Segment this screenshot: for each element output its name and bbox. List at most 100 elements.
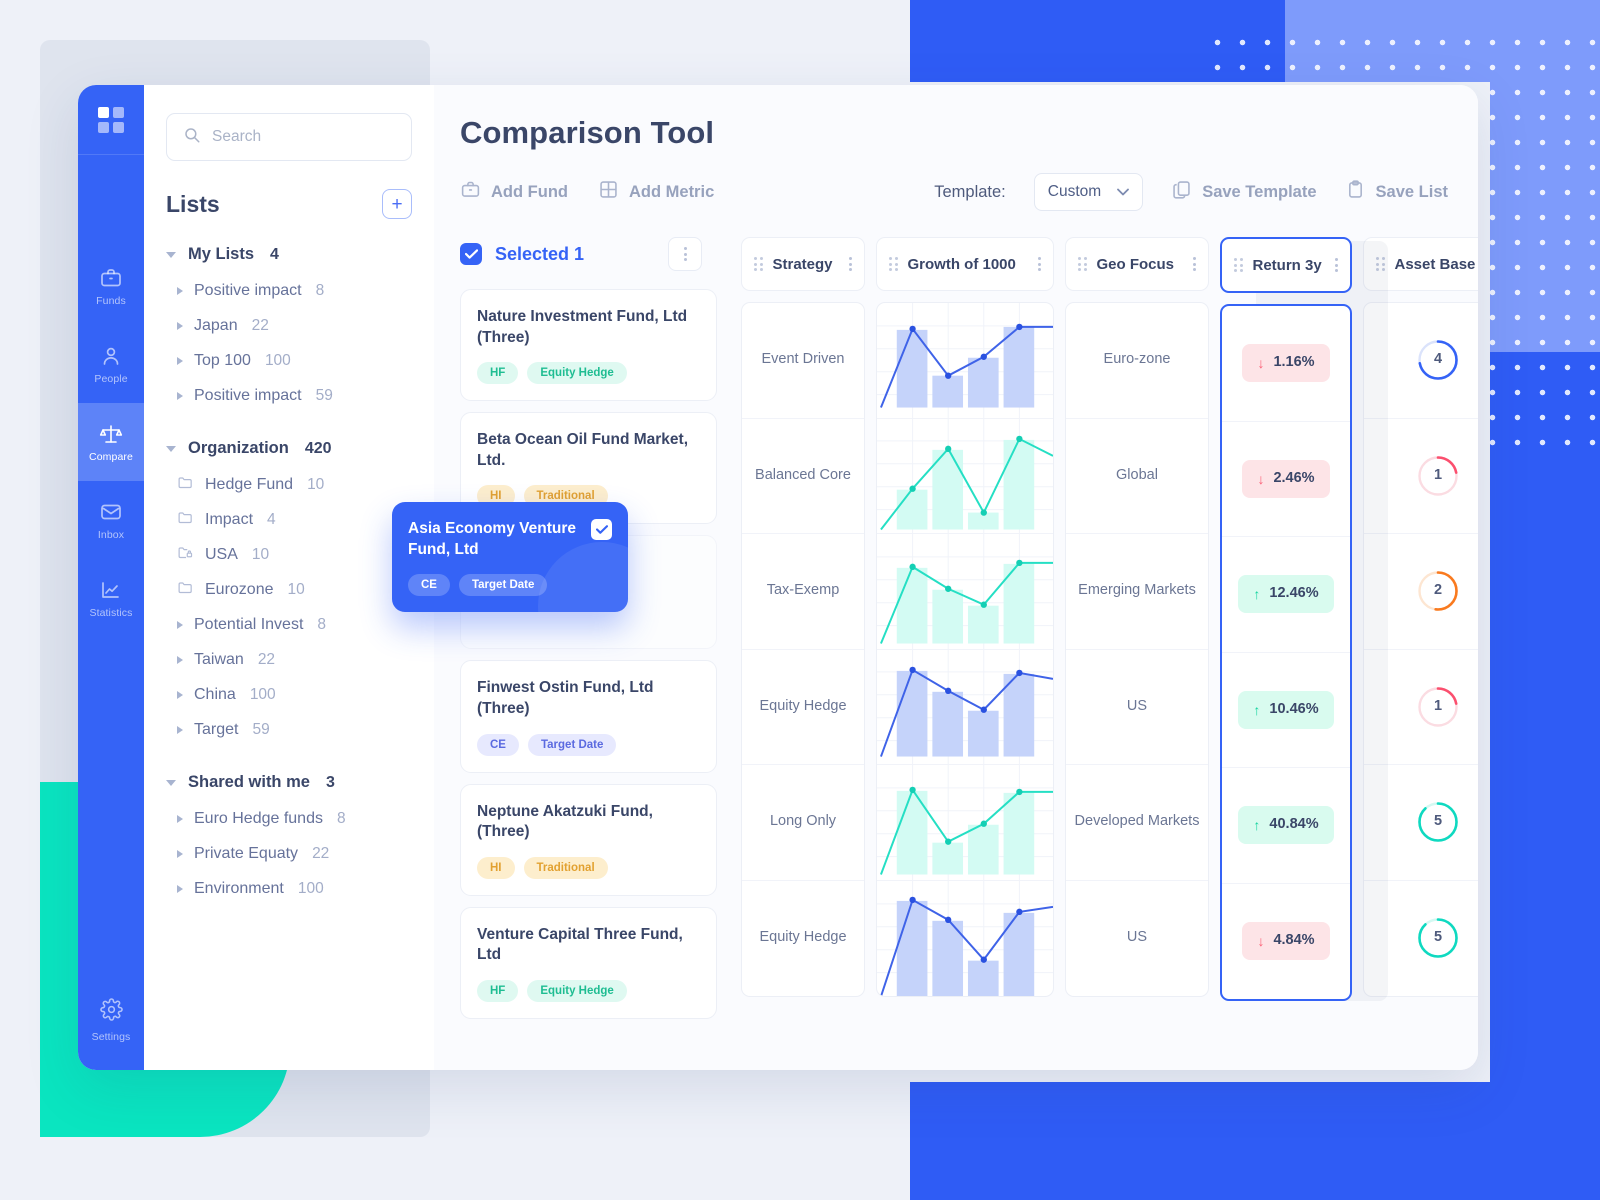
list-item-label: Potential Invest	[194, 615, 304, 633]
column-header[interactable]: Geo Focus	[1065, 237, 1209, 291]
selected-bar: Selected 1	[460, 237, 717, 271]
search-box[interactable]	[166, 113, 412, 161]
list-item[interactable]: Euro Hedge funds 8	[166, 801, 412, 836]
list-item[interactable]: China 100	[166, 677, 412, 712]
asset-base-ring: 4	[1417, 339, 1459, 381]
asset-base-value: 1	[1433, 466, 1443, 483]
folder-icon	[177, 474, 194, 496]
table-cell: US	[1126, 929, 1148, 946]
fund-card[interactable]: Finwest Ostin Fund, Ltd (Three) CE Targe…	[460, 660, 717, 773]
column-header[interactable]: Growth of 1000	[876, 237, 1054, 291]
list-group-name: Shared with me	[188, 773, 310, 791]
kebab-menu-icon[interactable]	[849, 257, 852, 271]
list-group-header[interactable]: Shared with me 3	[166, 773, 412, 792]
table-cell: ↑ 12.46%	[1222, 537, 1350, 653]
clipboard-icon	[1345, 179, 1366, 205]
list-item[interactable]: Potential Invest 8	[166, 607, 412, 642]
search-input[interactable]	[212, 128, 395, 146]
table-cell-chart	[877, 418, 1053, 534]
drag-grip-icon[interactable]	[889, 257, 898, 271]
add-list-button[interactable]: +	[382, 189, 412, 219]
list-item[interactable]: Positive impact 59	[166, 378, 412, 413]
column-body: Euro-zone Global Emerging Markets US Dev…	[1065, 302, 1209, 997]
table-cell-chart	[877, 880, 1053, 996]
list-group-name: My Lists	[188, 245, 255, 263]
funds-column: Selected 1 Nature Investment Fund, Ltd (…	[392, 237, 717, 1070]
sparkline-chart	[877, 533, 1053, 649]
fund-card[interactable]: Nature Investment Fund, Ltd (Three) HF E…	[460, 289, 717, 402]
list-group-count: 4	[270, 245, 279, 263]
save-template-button[interactable]: Save Template	[1171, 179, 1317, 205]
fund-card-name: Finwest Ostin Fund, Ltd (Three)	[477, 679, 654, 718]
column-header-label: Strategy	[772, 255, 833, 273]
person-icon	[99, 344, 123, 368]
lists-tree: My Lists 4 Positive impact 8 Japan 22 To…	[144, 219, 434, 906]
list-item-label: Environment	[194, 879, 284, 897]
list-item-count: 4	[267, 510, 276, 528]
list-item[interactable]: Environment 100	[166, 871, 412, 906]
list-group-count: 3	[325, 773, 335, 791]
add-metric-button[interactable]: Add Metric	[598, 179, 714, 205]
caret-right-icon	[177, 814, 183, 823]
column-header[interactable]: Strategy	[741, 237, 865, 291]
lists-title: Lists	[166, 190, 220, 217]
list-group-my-lists: My Lists 4 Positive impact 8 Japan 22 To…	[166, 245, 412, 413]
list-item[interactable]: Hedge Fund 10	[166, 467, 412, 502]
lists-sidebar: Lists + My Lists 4 Positive impact 8 Jap	[144, 85, 434, 1070]
list-item[interactable]: USA 10	[166, 537, 412, 572]
list-item[interactable]: Private Equaty 22	[166, 836, 412, 871]
kebab-menu-icon[interactable]	[1335, 258, 1338, 272]
body-split: Selected 1 Nature Investment Fund, Ltd (…	[392, 237, 1478, 1070]
sidebar-item-compare[interactable]: Compare	[78, 403, 144, 481]
lists-header: Lists +	[144, 161, 434, 219]
list-item[interactable]: Eurozone 10	[166, 572, 412, 607]
sidebar-item-inbox[interactable]: Inbox	[78, 481, 144, 559]
list-item[interactable]: Japan 22	[166, 308, 412, 343]
column-header[interactable]: Return 3y	[1220, 237, 1352, 293]
sidebar-item-settings[interactable]: Settings	[78, 998, 144, 1043]
fund-card[interactable]: Neptune Akatzuki Fund, (Three) HI Tradit…	[460, 783, 717, 896]
select-all-checkbox[interactable]	[460, 243, 482, 265]
table-cell: Balanced Core	[742, 419, 864, 534]
return-value: 2.46%	[1273, 469, 1315, 486]
list-group-shared-with-me: Shared with me 3 Euro Hedge funds 8 Priv…	[166, 773, 412, 906]
table-cell: Developed Markets	[1066, 765, 1208, 881]
list-item[interactable]: Impact 4	[166, 502, 412, 537]
kebab-menu-icon[interactable]	[1038, 257, 1041, 271]
drag-grip-icon[interactable]	[1234, 258, 1243, 272]
drag-grip-icon[interactable]	[754, 257, 763, 271]
drag-grip-icon[interactable]	[1078, 257, 1087, 271]
funds-menu-button[interactable]	[668, 237, 702, 271]
app-logo[interactable]	[78, 85, 144, 155]
toolbar: Add Fund Add Metric Template: Custom Sav…	[434, 151, 1478, 211]
sparkline-chart	[877, 880, 1053, 996]
table-column-return-3y: Return 3y ↓ 1.16% ↓ 2.46% ↑ 12.46% ↑ 10.…	[1220, 237, 1388, 1001]
add-fund-button[interactable]: Add Fund	[460, 179, 568, 205]
save-list-button[interactable]: Save List	[1345, 179, 1448, 205]
asset-base-value: 5	[1433, 813, 1443, 830]
column-header-label: Growth of 1000	[907, 255, 1016, 273]
gear-icon	[99, 998, 123, 1026]
list-group-header[interactable]: My Lists 4	[166, 245, 412, 264]
table-column-geo-focus: Geo Focus Euro-zone Global Emerging Mark…	[1065, 237, 1209, 997]
sidebar-item-statistics[interactable]: Statistics	[78, 559, 144, 637]
sidebar-item-funds[interactable]: Funds	[78, 247, 144, 325]
column-body: ↓ 1.16% ↓ 2.46% ↑ 12.46% ↑ 10.46% ↑ 40.8…	[1220, 304, 1352, 1001]
fund-card-checkbox[interactable]	[591, 519, 612, 540]
template-select[interactable]: Custom	[1033, 173, 1144, 211]
sidebar-item-people[interactable]: People	[78, 325, 144, 403]
list-item[interactable]: Positive impact 8	[166, 273, 412, 308]
list-item[interactable]: Top 100 100	[166, 343, 412, 378]
caret-down-icon	[166, 251, 176, 258]
grid-logo-icon	[98, 106, 124, 133]
fund-card-dragging[interactable]: Asia Economy Venture Fund, Ltd CE Target…	[392, 502, 628, 613]
arrow-down-icon: ↓	[1257, 470, 1265, 487]
table-cell: Emerging Markets	[1066, 534, 1208, 650]
fund-card[interactable]: Venture Capital Three Fund, Ltd HF Equit…	[460, 906, 717, 1020]
list-group-name: Organization	[188, 439, 289, 457]
list-item[interactable]: Taiwan 22	[166, 642, 412, 677]
list-item[interactable]: Target 59	[166, 712, 412, 747]
kebab-menu-icon[interactable]	[1193, 257, 1196, 271]
kebab-menu-icon	[683, 247, 687, 261]
list-group-header[interactable]: Organization 420	[166, 439, 412, 458]
